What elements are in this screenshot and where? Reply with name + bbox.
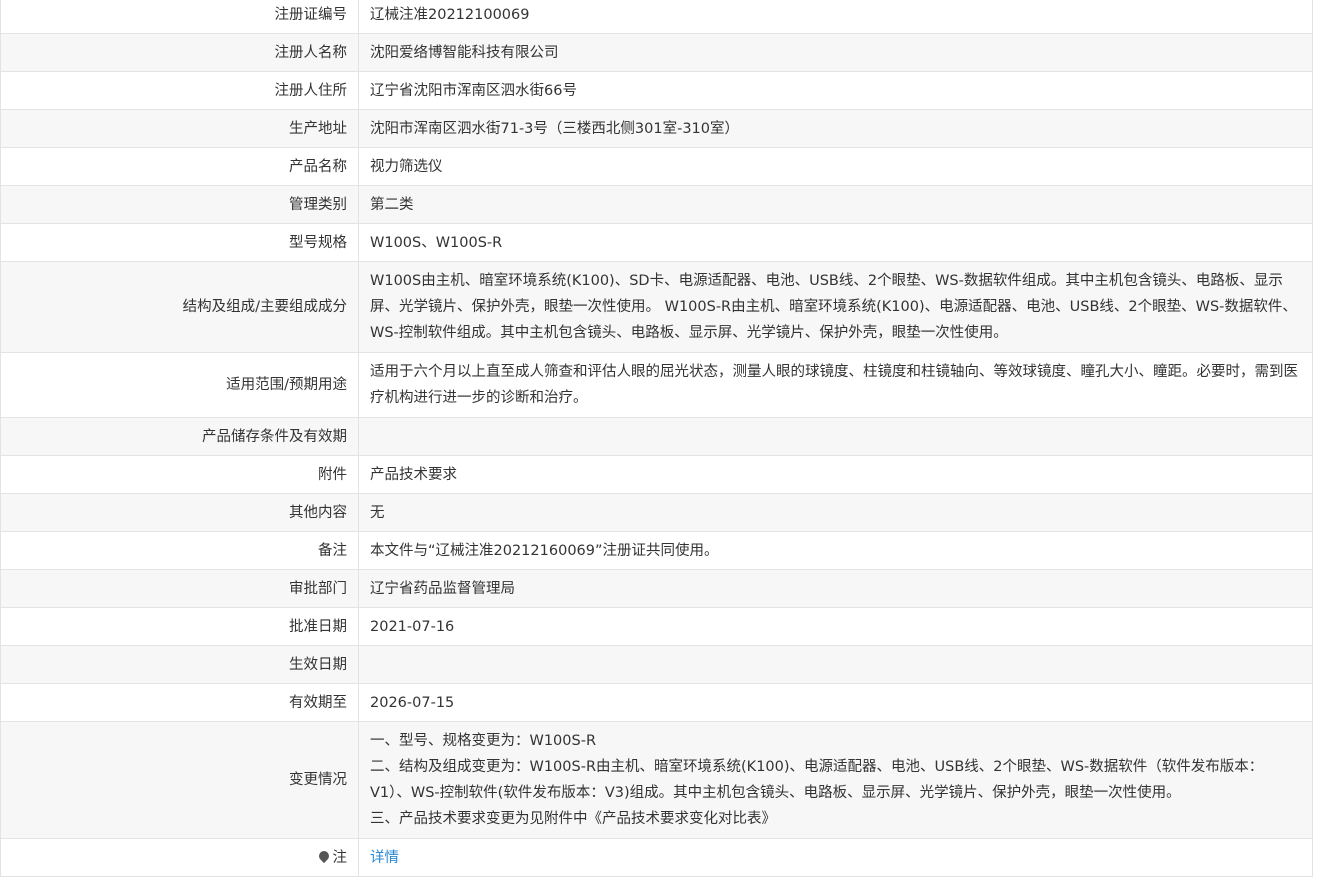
- row-value: 辽械注准20212100069: [358, 0, 1313, 34]
- row-label: 注册证编号: [0, 0, 359, 34]
- row-value: 产品技术要求: [358, 455, 1313, 494]
- pin-icon: [316, 848, 331, 863]
- row-label: 审批部门: [0, 569, 359, 608]
- row-label: 生效日期: [0, 645, 359, 684]
- table-row-note: 注 详情: [0, 838, 1313, 877]
- table-row: 注册证编号 辽械注准20212100069: [0, 0, 1313, 34]
- row-label: 注册人住所: [0, 71, 359, 110]
- row-label: 其他内容: [0, 493, 359, 532]
- details-link[interactable]: 详情: [370, 850, 399, 866]
- row-label: 产品储存条件及有效期: [0, 417, 359, 456]
- table-row: 管理类别 第二类: [0, 185, 1313, 224]
- change-line-1: 一、型号、规格变更为：W100S-R: [370, 733, 597, 749]
- row-label: 备注: [0, 531, 359, 570]
- row-value: 沈阳爱络博智能科技有限公司: [358, 33, 1313, 72]
- change-line-2: 二、结构及组成变更为：W100S-R由主机、暗室环境系统(K100)、电源适配器…: [370, 759, 1264, 801]
- row-label: 生产地址: [0, 109, 359, 148]
- table-row: 注册人名称 沈阳爱络博智能科技有限公司: [0, 33, 1313, 72]
- row-label: 注册人名称: [0, 33, 359, 72]
- row-label: 有效期至: [0, 683, 359, 722]
- row-label: 附件: [0, 455, 359, 494]
- row-value: W100S、W100S-R: [358, 223, 1313, 262]
- row-label: 批准日期: [0, 607, 359, 646]
- table-row: 生产地址 沈阳市浑南区泗水街71-3号（三楼西北侧301室-310室）: [0, 109, 1313, 148]
- table-row-changes: 变更情况 一、型号、规格变更为：W100S-R 二、结构及组成变更为：W100S…: [0, 721, 1313, 839]
- table-row: 注册人住所 辽宁省沈阳市浑南区泗水街66号: [0, 71, 1313, 110]
- table-row: 生效日期: [0, 645, 1313, 684]
- registration-detail-table: 注册证编号 辽械注准20212100069 注册人名称 沈阳爱络博智能科技有限公…: [0, 0, 1313, 877]
- row-label: 管理类别: [0, 185, 359, 224]
- table-row: 备注 本文件与“辽械注准20212160069”注册证共同使用。: [0, 531, 1313, 570]
- row-label: 型号规格: [0, 223, 359, 262]
- row-value: 本文件与“辽械注准20212160069”注册证共同使用。: [358, 531, 1313, 570]
- note-value-cell: 详情: [358, 838, 1313, 877]
- table-row: 有效期至 2026-07-15: [0, 683, 1313, 722]
- row-value: 2021-07-16: [358, 607, 1313, 646]
- row-value: 视力筛选仪: [358, 147, 1313, 186]
- row-label: 结构及组成/主要组成成分: [0, 261, 359, 353]
- table-row: 附件 产品技术要求: [0, 455, 1313, 494]
- table-row: 审批部门 辽宁省药品监督管理局: [0, 569, 1313, 608]
- table-row: 适用范围/预期用途 适用于六个月以上直至成人筛查和评估人眼的屈光状态，测量人眼的…: [0, 352, 1313, 418]
- row-value: [358, 645, 1313, 684]
- row-value: 适用于六个月以上直至成人筛查和评估人眼的屈光状态，测量人眼的球镜度、柱镜度和柱镜…: [358, 352, 1313, 418]
- row-value: 无: [358, 493, 1313, 532]
- note-label-cell: 注: [0, 838, 359, 877]
- table-row: 产品储存条件及有效期: [0, 417, 1313, 456]
- note-label: 注: [332, 849, 348, 866]
- registration-table-container: 注册证编号 辽械注准20212100069 注册人名称 沈阳爱络博智能科技有限公…: [0, 0, 1314, 889]
- row-value: 沈阳市浑南区泗水街71-3号（三楼西北侧301室-310室）: [358, 109, 1313, 148]
- row-value: 辽宁省沈阳市浑南区泗水街66号: [358, 71, 1313, 110]
- changes-label: 变更情况: [0, 721, 359, 839]
- page-right-edge: [1313, 0, 1321, 889]
- row-value: [358, 417, 1313, 456]
- changes-value: 一、型号、规格变更为：W100S-R 二、结构及组成变更为：W100S-R由主机…: [358, 721, 1313, 839]
- row-value: 2026-07-15: [358, 683, 1313, 722]
- row-label: 产品名称: [0, 147, 359, 186]
- table-row: 型号规格 W100S、W100S-R: [0, 223, 1313, 262]
- row-value: W100S由主机、暗室环境系统(K100)、SD卡、电源适配器、电池、USB线、…: [358, 261, 1313, 353]
- row-value: 辽宁省药品监督管理局: [358, 569, 1313, 608]
- row-label: 适用范围/预期用途: [0, 352, 359, 418]
- table-row: 其他内容 无: [0, 493, 1313, 532]
- change-line-3: 三、产品技术要求变更为见附件中《产品技术要求变化对比表》: [370, 811, 776, 827]
- table-row: 批准日期 2021-07-16: [0, 607, 1313, 646]
- row-value: 第二类: [358, 185, 1313, 224]
- table-row: 产品名称 视力筛选仪: [0, 147, 1313, 186]
- table-row: 结构及组成/主要组成成分 W100S由主机、暗室环境系统(K100)、SD卡、电…: [0, 261, 1313, 353]
